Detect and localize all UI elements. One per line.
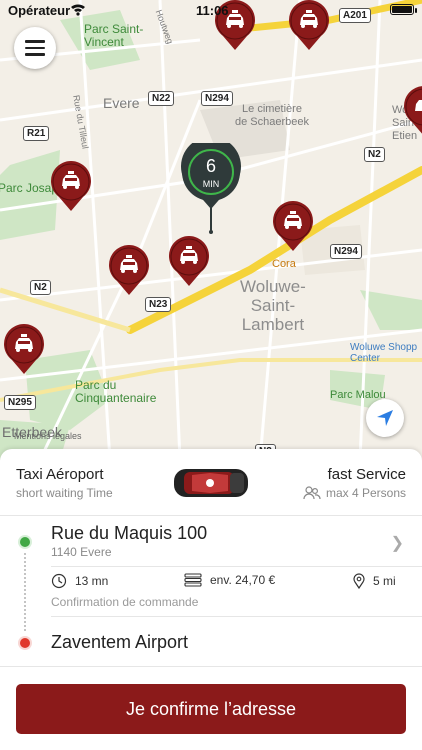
label-evere: Evere	[103, 95, 140, 111]
pickup-dot-icon	[20, 537, 30, 547]
divider	[51, 566, 422, 567]
eta-unit: MIN	[202, 179, 220, 189]
destination-address[interactable]: Zaventem Airport	[51, 632, 188, 653]
taxi-pin[interactable]	[167, 236, 211, 288]
hamburger-icon	[25, 40, 45, 43]
battery-icon	[390, 4, 414, 15]
location-pin-icon	[353, 573, 365, 589]
booking-sheet: Taxi Aéroport short waiting Time fast Se…	[0, 449, 422, 750]
label-cora: Cora	[272, 258, 296, 270]
money-icon	[184, 573, 202, 587]
wifi-icon	[71, 4, 85, 16]
confirm-address-button[interactable]: Je confirme l’adresse	[16, 684, 406, 734]
taxi-pin[interactable]	[2, 324, 46, 376]
carrier-label: Opérateur	[8, 3, 71, 18]
service-capacity: max 4 Persons	[303, 486, 406, 500]
label-parc-saint-vincent: Parc Saint- Vincent	[84, 22, 144, 49]
road-tag: N2	[30, 280, 51, 295]
divider	[0, 515, 422, 516]
trip-price: env. 24,70 €	[184, 573, 275, 587]
clock-icon	[51, 573, 67, 589]
price-value: env. 24,70 €	[210, 573, 276, 587]
service-subtitle: short waiting Time	[16, 486, 113, 500]
label-woluwe-saint-lambert: Woluwe- Saint- Lambert	[240, 277, 306, 334]
label-woluwe-shopping: Woluwe Shopp Center	[350, 342, 418, 364]
taxi-pin[interactable]	[49, 161, 93, 213]
navigation-arrow-icon	[377, 410, 393, 426]
legal-link[interactable]: Mentions légales	[14, 430, 82, 443]
taxi-pin[interactable]	[402, 86, 422, 138]
divider	[0, 666, 422, 667]
map-view[interactable]: Parc Saint- Vincent Evere Rue du Tilleul…	[0, 0, 422, 460]
service-name: Taxi Aéroport	[16, 466, 104, 483]
confirmation-label: Confirmation de commande	[51, 595, 199, 609]
car-icon	[174, 469, 248, 497]
taxi-pin[interactable]	[271, 201, 315, 253]
road-tag: N22	[148, 91, 175, 106]
status-bar: Opérateur 11:06	[0, 0, 422, 22]
distance-value: 5 mi	[373, 574, 396, 588]
pickup-city: 1140 Evere	[51, 545, 112, 559]
service-type: fast Service	[327, 466, 406, 483]
persons-icon	[303, 486, 321, 500]
pickup-eta-marker: 6 MIN	[181, 136, 241, 235]
eta-value: 6	[205, 156, 216, 176]
locate-me-button[interactable]	[366, 399, 404, 437]
trip-distance: 5 mi	[353, 573, 396, 589]
road-tag: N2	[364, 147, 385, 162]
trip-duration: 13 mn	[51, 573, 108, 589]
menu-button[interactable]	[14, 27, 56, 69]
road-tag: N295	[4, 395, 36, 410]
divider	[51, 616, 422, 617]
road-tag: N23	[145, 297, 172, 312]
road-tag: N294	[330, 244, 362, 259]
chevron-right-icon[interactable]: ❯	[391, 533, 404, 553]
destination-dot-icon	[20, 638, 30, 648]
label-parc-cinquantenaire: Parc du Cinquantenaire	[75, 378, 157, 405]
duration-value: 13 mn	[75, 574, 109, 588]
capacity-label: max 4 Persons	[325, 486, 406, 500]
pickup-address[interactable]: Rue du Maquis 100	[51, 523, 207, 544]
taxi-pin[interactable]	[107, 245, 151, 297]
label-cimetiere: Le cimetière de Schaerbeek	[235, 103, 309, 128]
clock: 11:06	[196, 3, 229, 18]
route-connector	[24, 553, 26, 631]
road-tag: N294	[201, 91, 233, 106]
road-tag: R21	[23, 126, 50, 141]
